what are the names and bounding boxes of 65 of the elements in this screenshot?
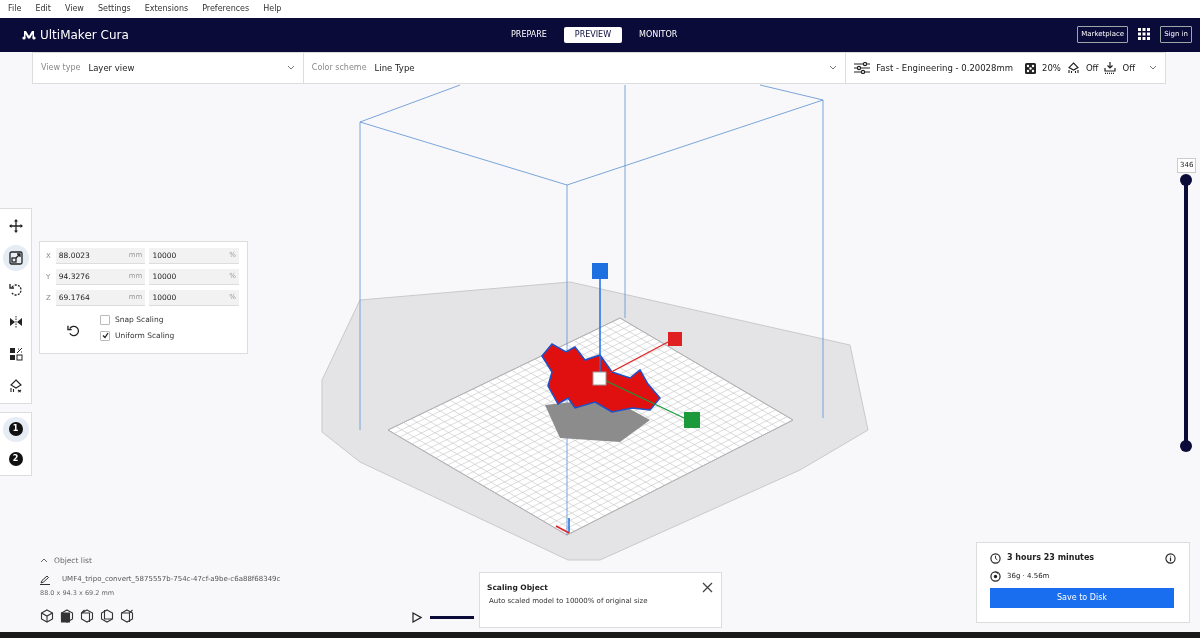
apps-grid-icon[interactable] [1138, 28, 1151, 41]
menu-item[interactable]: View [62, 3, 90, 15]
grid-settings-icon [8, 346, 23, 361]
infill-value: 20% [1042, 61, 1061, 75]
stage-tab[interactable]: PREVIEW [563, 27, 623, 43]
sliders-icon [854, 62, 871, 74]
play-icon[interactable] [412, 612, 422, 623]
menu-item[interactable]: Preferences [200, 3, 256, 15]
chevron-down-icon [286, 65, 295, 71]
support-value: Off [1085, 61, 1099, 75]
tool-button[interactable] [2, 245, 29, 272]
stage-tab[interactable]: MONITOR [628, 27, 689, 43]
slider-handle[interactable] [1180, 440, 1192, 452]
camera-view-button[interactable] [120, 608, 134, 623]
print-settings-panel[interactable]: Fast - Engineering - 0.20028mm 20% Off Off [846, 53, 1165, 83]
camera-view-button[interactable] [100, 608, 114, 623]
reset-icon[interactable] [67, 323, 80, 337]
cube-icon [60, 608, 74, 623]
pencil-icon[interactable] [40, 574, 50, 585]
menu-item[interactable]: Edit [33, 3, 57, 15]
camera-view-button[interactable] [40, 608, 54, 623]
color-scheme-dropdown[interactable]: Color scheme Line Type [303, 53, 847, 83]
mirror-icon [8, 314, 23, 329]
spool-icon [990, 571, 1001, 582]
origin-axes-drawing [555, 517, 570, 534]
clock-icon [990, 552, 1001, 564]
menu-item[interactable]: Settings [95, 3, 137, 15]
app-title: UltiMaker Cura [40, 27, 129, 44]
chevron-down-icon [829, 65, 838, 71]
extruder-button[interactable]: 2 [2, 446, 29, 471]
check-icon [101, 332, 109, 340]
menu-item[interactable]: Extensions [142, 3, 195, 15]
checkbox[interactable] [100, 330, 110, 341]
cube-icon [120, 608, 134, 623]
adhesion-icon [1104, 62, 1117, 74]
save-to-disk-button[interactable]: Save to Disk [990, 588, 1174, 608]
stage-tab[interactable]: PREPARE [500, 27, 558, 43]
playback-slider[interactable] [430, 616, 474, 619]
support-blocker-icon [8, 378, 23, 393]
cube-icon [100, 608, 114, 623]
rotate-icon [8, 283, 23, 298]
extruder-button[interactable]: 1 [2, 417, 29, 442]
support-icon [1066, 62, 1080, 74]
scale-icon [8, 251, 23, 266]
cube-icon [80, 608, 94, 623]
profile-label: Fast - Engineering - 0.20028mm [876, 61, 1013, 75]
checkbox[interactable] [100, 314, 110, 325]
chevron-up-icon [40, 558, 48, 564]
cube-icon [40, 608, 54, 623]
close-button[interactable] [702, 581, 713, 595]
move-icon [8, 219, 23, 234]
menu-item[interactable]: Help [261, 3, 288, 15]
infill-icon [1025, 62, 1036, 74]
logo-icon [22, 30, 36, 40]
print-time: 3 hours 23 minutes [1007, 552, 1095, 564]
info-icon[interactable] [1165, 552, 1176, 564]
view-type-dropdown[interactable]: View type Layer view [33, 53, 304, 83]
layer-slider[interactable] [1180, 174, 1192, 452]
adhesion-value: Off [1122, 61, 1135, 75]
camera-view-button[interactable] [80, 608, 94, 623]
menu-item[interactable]: File [6, 3, 28, 15]
camera-view-button[interactable] [60, 608, 74, 623]
close-icon [702, 582, 713, 593]
chevron-down-icon[interactable] [1149, 65, 1157, 71]
slider-handle[interactable] [1180, 174, 1192, 186]
